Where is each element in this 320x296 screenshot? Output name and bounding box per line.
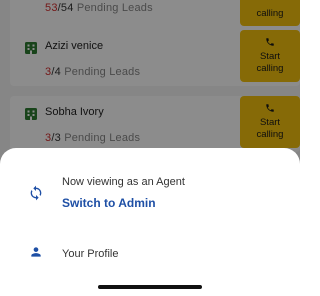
screen: 53/54 Pending Leads calling Azizi venice… [0,0,300,296]
your-profile-label: Your Profile [62,248,119,260]
profile-row[interactable]: Your Profile [0,242,300,266]
switch-to-admin-link[interactable]: Switch to Admin [62,196,156,210]
home-indicator [98,285,202,289]
sync-icon [30,185,42,201]
switch-role-row[interactable]: Now viewing as an Agent Switch to Admin [0,174,300,220]
current-role-text: Now viewing as an Agent [62,176,185,188]
bottom-sheet: Now viewing as an Agent Switch to Admin … [0,148,300,296]
person-icon [31,247,41,257]
